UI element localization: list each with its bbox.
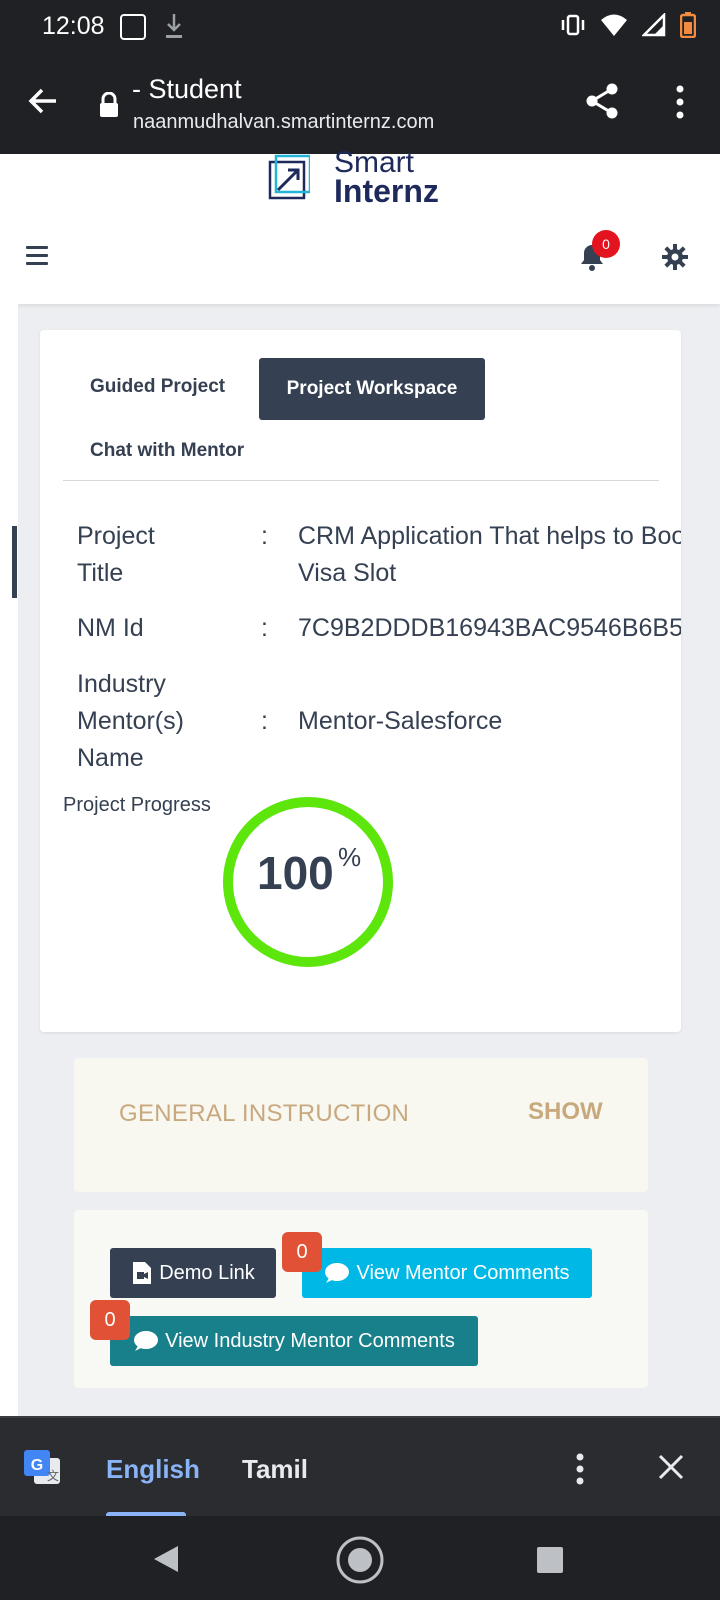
battery-icon bbox=[680, 12, 696, 38]
signal-icon bbox=[642, 13, 666, 37]
project-title-label: Project Title bbox=[77, 522, 155, 587]
notification-count-badge: 0 bbox=[592, 230, 620, 258]
sidebar-active-indicator bbox=[12, 526, 17, 598]
nm-id-label: NM Id bbox=[77, 614, 144, 642]
logo-text-internz: Internz bbox=[334, 173, 439, 209]
more-options-icon[interactable] bbox=[670, 84, 690, 120]
back-arrow-icon[interactable] bbox=[26, 84, 60, 118]
demo-link-button[interactable]: Demo Link bbox=[110, 1248, 276, 1298]
site-navbar: 0 bbox=[0, 216, 720, 304]
nav-recents-icon[interactable] bbox=[536, 1546, 564, 1574]
nav-back-icon[interactable] bbox=[152, 1544, 180, 1574]
comment-icon bbox=[134, 1331, 159, 1351]
calendar-icon bbox=[120, 14, 146, 40]
industry-mentor-label: Industry Mentor(s) Name bbox=[77, 670, 184, 772]
progress-unit: % bbox=[338, 842, 362, 872]
comment-icon bbox=[325, 1263, 350, 1283]
tab-guided-project[interactable]: Guided Project bbox=[90, 376, 225, 398]
share-icon[interactable] bbox=[584, 82, 620, 120]
svg-text:G: G bbox=[31, 1457, 43, 1474]
view-industry-mentor-comments-label: View Industry Mentor Comments bbox=[165, 1329, 455, 1352]
translate-bar: G文 English Tamil bbox=[0, 1416, 720, 1518]
google-translate-icon: G文 bbox=[24, 1450, 60, 1484]
close-icon[interactable] bbox=[656, 1452, 686, 1482]
colon: : bbox=[261, 707, 268, 735]
mentor-comments-count-badge: 0 bbox=[282, 1232, 322, 1272]
view-industry-mentor-comments-button[interactable]: View Industry Mentor Comments bbox=[110, 1316, 478, 1366]
page-title[interactable]: - Student bbox=[132, 74, 242, 105]
general-instruction-title: GENERAL INSTRUCTION bbox=[119, 1100, 410, 1127]
view-mentor-comments-label: View Mentor Comments bbox=[356, 1261, 570, 1284]
settings-gear-icon[interactable] bbox=[662, 244, 688, 270]
site-logo-area: Smart Internz bbox=[0, 148, 720, 216]
colon: : bbox=[261, 522, 268, 550]
wifi-icon bbox=[601, 14, 627, 36]
download-icon bbox=[166, 14, 182, 38]
status-bar: 12:08 bbox=[0, 0, 720, 50]
project-title-value: CRM Application That helps to Book a Visa… bbox=[298, 522, 681, 587]
project-progress-label: Project Progress bbox=[63, 794, 211, 816]
industry-comments-count-badge: 0 bbox=[90, 1300, 130, 1340]
language-tamil-tab[interactable]: Tamil bbox=[242, 1454, 308, 1485]
translate-more-icon[interactable] bbox=[572, 1452, 588, 1486]
svg-text:文: 文 bbox=[47, 1468, 59, 1483]
sidebar-collapsed bbox=[0, 304, 18, 1416]
status-time: 12:08 bbox=[42, 12, 105, 40]
show-toggle[interactable]: SHOW bbox=[528, 1098, 603, 1126]
view-mentor-comments-button[interactable]: View Mentor Comments bbox=[302, 1248, 592, 1298]
browser-toolbar: - Student naanmudhalvan.smartinternz.com bbox=[0, 50, 720, 154]
lock-icon[interactable] bbox=[98, 92, 120, 118]
nav-home-icon[interactable] bbox=[334, 1534, 386, 1586]
video-file-icon bbox=[133, 1262, 152, 1284]
project-card: Guided Project Project Workspace Chat wi… bbox=[40, 330, 681, 1032]
nm-id-value: 7C9B2DDDB16943BAC9546B6B53782 bbox=[298, 614, 681, 642]
smartinternz-logo-icon bbox=[268, 154, 310, 200]
demo-link-label: Demo Link bbox=[159, 1261, 255, 1284]
menu-icon[interactable] bbox=[26, 246, 48, 266]
colon: : bbox=[261, 614, 268, 642]
language-english-tab[interactable]: English bbox=[106, 1454, 200, 1485]
system-navigation-bar bbox=[0, 1516, 720, 1600]
general-instruction-panel: GENERAL INSTRUCTION SHOW bbox=[74, 1058, 648, 1192]
actions-panel: Demo Link View Mentor Comments 0 View In… bbox=[74, 1210, 648, 1388]
progress-value: 100 bbox=[257, 847, 334, 899]
tab-chat-with-mentor[interactable]: Chat with Mentor bbox=[90, 440, 244, 462]
tabs-divider bbox=[63, 480, 659, 481]
vibrate-icon bbox=[561, 14, 585, 36]
tab-project-workspace[interactable]: Project Workspace bbox=[259, 358, 485, 420]
url-text[interactable]: naanmudhalvan.smartinternz.com bbox=[133, 111, 434, 134]
industry-mentor-value: Mentor-Salesforce bbox=[298, 707, 503, 735]
